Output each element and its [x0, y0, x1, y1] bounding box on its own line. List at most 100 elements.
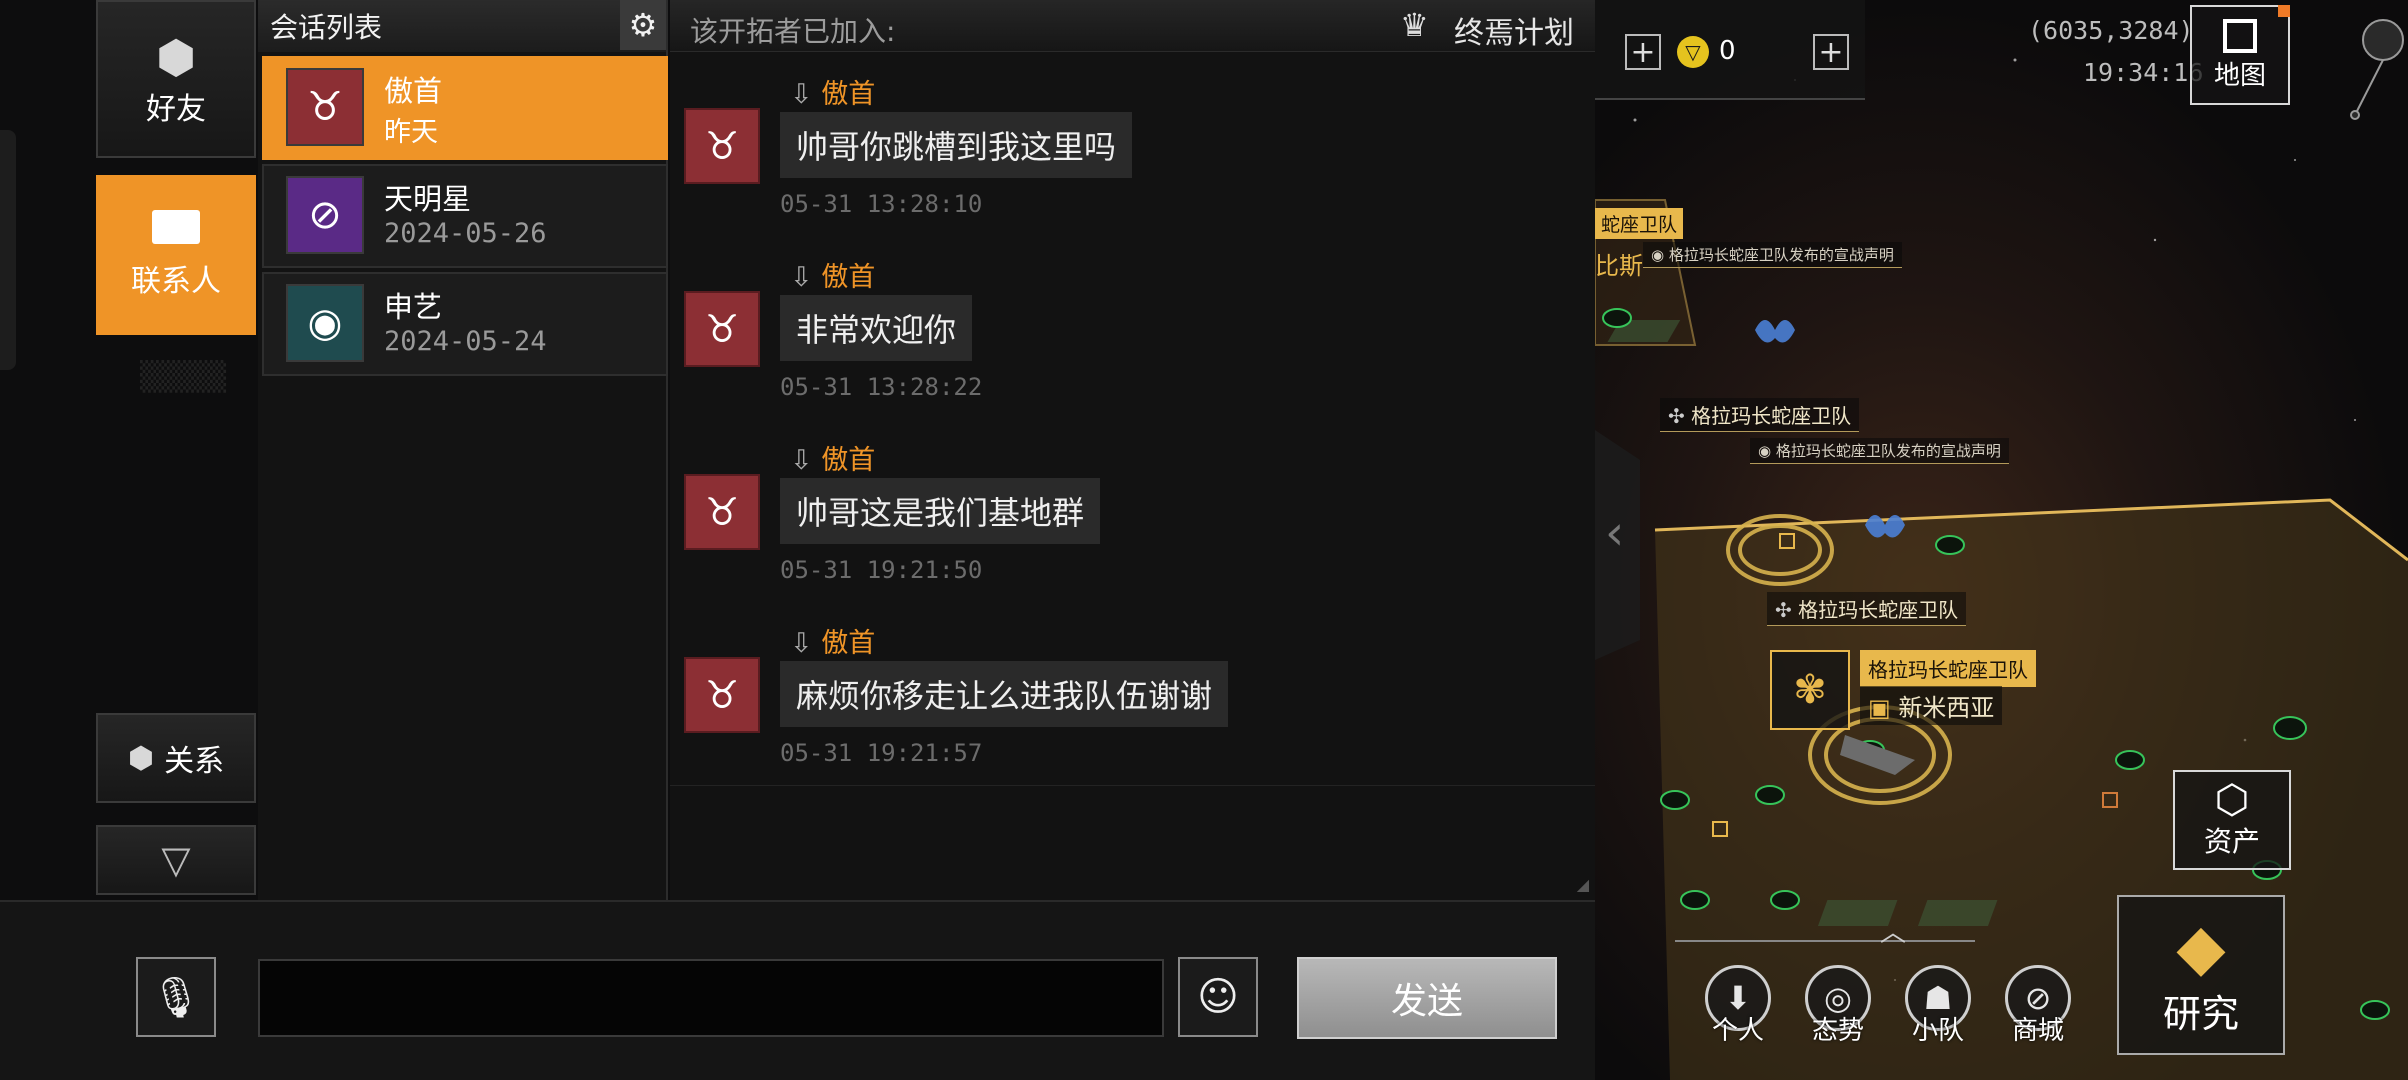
world-map[interactable]: + ▽ 0 + (6035,3284) 19:34:16 地图 蛇座卫队 比斯 …: [1595, 0, 2408, 1080]
menu-team-label: 小队: [1912, 1016, 1965, 1046]
resource-icon: ▽: [1677, 36, 1709, 68]
nav-contacts-label: 联系人: [131, 264, 221, 299]
nav-relations-label: 关系: [164, 744, 225, 779]
message-avatar[interactable]: ♉: [684, 108, 760, 184]
map-notification-dot: [2278, 5, 2290, 17]
microphone-icon: 🎙: [150, 974, 202, 1021]
smiley-face-icon: ☺: [1197, 974, 1239, 1020]
alliance-name[interactable]: 终焉计划: [1454, 8, 1574, 52]
base-name-label[interactable]: ▣ 新米西亚: [1860, 686, 2003, 725]
message-sender: ⇩ 傲首: [790, 445, 876, 476]
research-button[interactable]: ◆ 研究: [2117, 895, 2285, 1055]
conversation-date: 2024-05-26: [384, 218, 547, 249]
map-square-icon: [2223, 18, 2257, 53]
left-edge-tab[interactable]: [0, 130, 16, 370]
message-sender: ⇩ 傲首: [790, 262, 876, 293]
message-bubble[interactable]: 帅哥你跳槽到我这里吗: [780, 112, 1133, 178]
friends-icon: ⬢: [155, 30, 197, 84]
chat-panel: 该开拓者已加入: ♛ 终焉计划 ⇩ 傲首 ♉ 帅哥你跳槽到我这里吗 05-31 …: [670, 0, 1595, 900]
send-button[interactable]: 发送: [1297, 957, 1557, 1039]
war-declaration-2[interactable]: ◉ 格拉玛长蛇座卫队发布的宣战声明: [1750, 438, 2009, 464]
message-timestamp: 05-31 13:28:22: [780, 373, 983, 401]
resource-count: 0: [1719, 36, 1736, 66]
assets-label: 资产: [2203, 825, 2260, 858]
conversation-list-title: 会话列表: [270, 11, 383, 44]
avatar-teal-emblem: ◉: [286, 284, 364, 362]
nav-friends-button[interactable]: ⬢ 好友: [96, 0, 256, 158]
message-bubble[interactable]: 帅哥这是我们基地群: [780, 478, 1101, 544]
nav-relations-button[interactable]: ⬢ 关系: [96, 713, 256, 803]
relations-icon: ⬢: [127, 740, 155, 776]
map-coordinates: (6035,3284): [2028, 16, 2194, 45]
map-team-label-2[interactable]: ✣ 格拉玛长蛇座卫队: [1767, 592, 1967, 626]
assets-button[interactable]: ⬡ 资产: [2173, 770, 2291, 870]
message-input[interactable]: [258, 959, 1164, 1037]
message-timestamp: 05-31 19:21:50: [780, 556, 983, 584]
map-button[interactable]: 地图: [2190, 5, 2290, 105]
conversation-item[interactable]: ⊘ 天明星 2024-05-26: [262, 164, 668, 268]
conversation-date: 昨天: [384, 117, 438, 148]
bottom-menu-bar: [1675, 940, 1975, 942]
chat-header: 该开拓者已加入: ♛ 终焉计划: [670, 0, 1595, 52]
menu-personal-label: 个人: [1712, 1016, 1765, 1046]
gear-icon: ⚙: [628, 6, 658, 44]
conversation-list-panel: 会话列表 ⚙ ♉ 傲首 昨天 ⊘ 天明星 2024-05-26 ◉ 申艺 202…: [258, 0, 668, 900]
down-arrow-icon: ⇩: [790, 79, 813, 110]
message-timestamp: 05-31 19:21:57: [780, 739, 983, 767]
message-avatar[interactable]: ♉: [684, 474, 760, 550]
collapse-panel-arrow[interactable]: ‹: [1605, 505, 1624, 561]
voice-input-button[interactable]: 🎙: [136, 957, 216, 1037]
message-bubble[interactable]: 非常欢迎你: [780, 295, 973, 361]
map-terrain: [1595, 19, 2408, 1080]
map-button-label: 地图: [2213, 60, 2266, 91]
message-sender: ⇩ 傲首: [790, 79, 876, 110]
team-emblem-icon: ✣: [1668, 404, 1692, 428]
conversation-name: 申艺: [384, 290, 443, 324]
settings-gear-button[interactable]: ⚙: [620, 0, 666, 50]
map-team-label-highlight[interactable]: 格拉玛长蛇座卫队: [1860, 650, 2036, 687]
add-resource-button-left[interactable]: +: [1625, 34, 1661, 70]
message-avatar[interactable]: ♉: [684, 291, 760, 367]
contacts-icon: [152, 210, 200, 244]
nav-friends-label: 好友: [146, 92, 206, 127]
triangle-down-icon: ▽: [161, 838, 191, 882]
message-avatar[interactable]: ♉: [684, 657, 760, 733]
map-city-label-partial[interactable]: 比斯: [1595, 246, 1643, 281]
map-team-label-1[interactable]: ✣ 格拉玛长蛇座卫队: [1660, 398, 1860, 432]
menu-store-label: 商城: [2012, 1016, 2065, 1046]
avatar-purple-emblem: ⊘: [286, 176, 364, 254]
down-arrow-icon: ⇩: [790, 628, 813, 659]
emoji-button[interactable]: ☺: [1178, 957, 1258, 1037]
down-arrow-icon: ⇩: [790, 262, 813, 293]
map-clock: 19:34:16: [2083, 58, 2204, 87]
resize-corner-icon: ◢: [1576, 875, 1589, 894]
conversation-list-header: 会话列表 ⚙: [258, 0, 666, 52]
research-label: 研究: [2162, 991, 2239, 1036]
alliance-icon: ♛: [1400, 6, 1429, 44]
conversation-item[interactable]: ◉ 申艺 2024-05-24: [262, 272, 668, 376]
add-resource-button-right[interactable]: +: [1813, 34, 1849, 70]
broadcast-icon: ◉: [1758, 442, 1776, 460]
conversation-name: 傲首: [384, 74, 443, 108]
down-arrow-icon: ⇩: [790, 445, 813, 476]
war-declaration-1[interactable]: ◉ 格拉玛长蛇座卫队发布的宣战声明: [1643, 242, 1902, 268]
team-emblem-icon: ✣: [1775, 598, 1799, 622]
nav-collapse-button[interactable]: ▽: [96, 825, 256, 895]
team-emblem-badge[interactable]: ✾: [1770, 650, 1850, 730]
research-icon: ◆: [2176, 910, 2226, 985]
conversation-item[interactable]: ♉ 傲首 昨天: [262, 56, 668, 160]
broadcast-icon: ◉: [1651, 246, 1669, 264]
conversation-date: 2024-05-24: [384, 326, 547, 357]
background-ghost-text: ▒▒▒▒: [140, 360, 227, 393]
conversation-name: 天明星: [384, 182, 472, 216]
base-icon: ▣: [1868, 694, 1899, 722]
map-team-tag-partial[interactable]: 蛇座卫队: [1595, 208, 1684, 239]
nav-contacts-button[interactable]: 联系人: [96, 175, 256, 335]
cube-icon: ⬡: [2214, 777, 2250, 823]
chat-divider: [670, 785, 1595, 786]
message-sender: ⇩ 傲首: [790, 628, 876, 659]
message-bubble[interactable]: 麻烦你移走让么进我队伍谢谢: [780, 661, 1229, 727]
bottom-menu-expand-arrow[interactable]: ︿: [1880, 912, 1906, 949]
avatar-red-bull: ♉: [286, 68, 364, 146]
message-timestamp: 05-31 13:28:10: [780, 190, 983, 218]
